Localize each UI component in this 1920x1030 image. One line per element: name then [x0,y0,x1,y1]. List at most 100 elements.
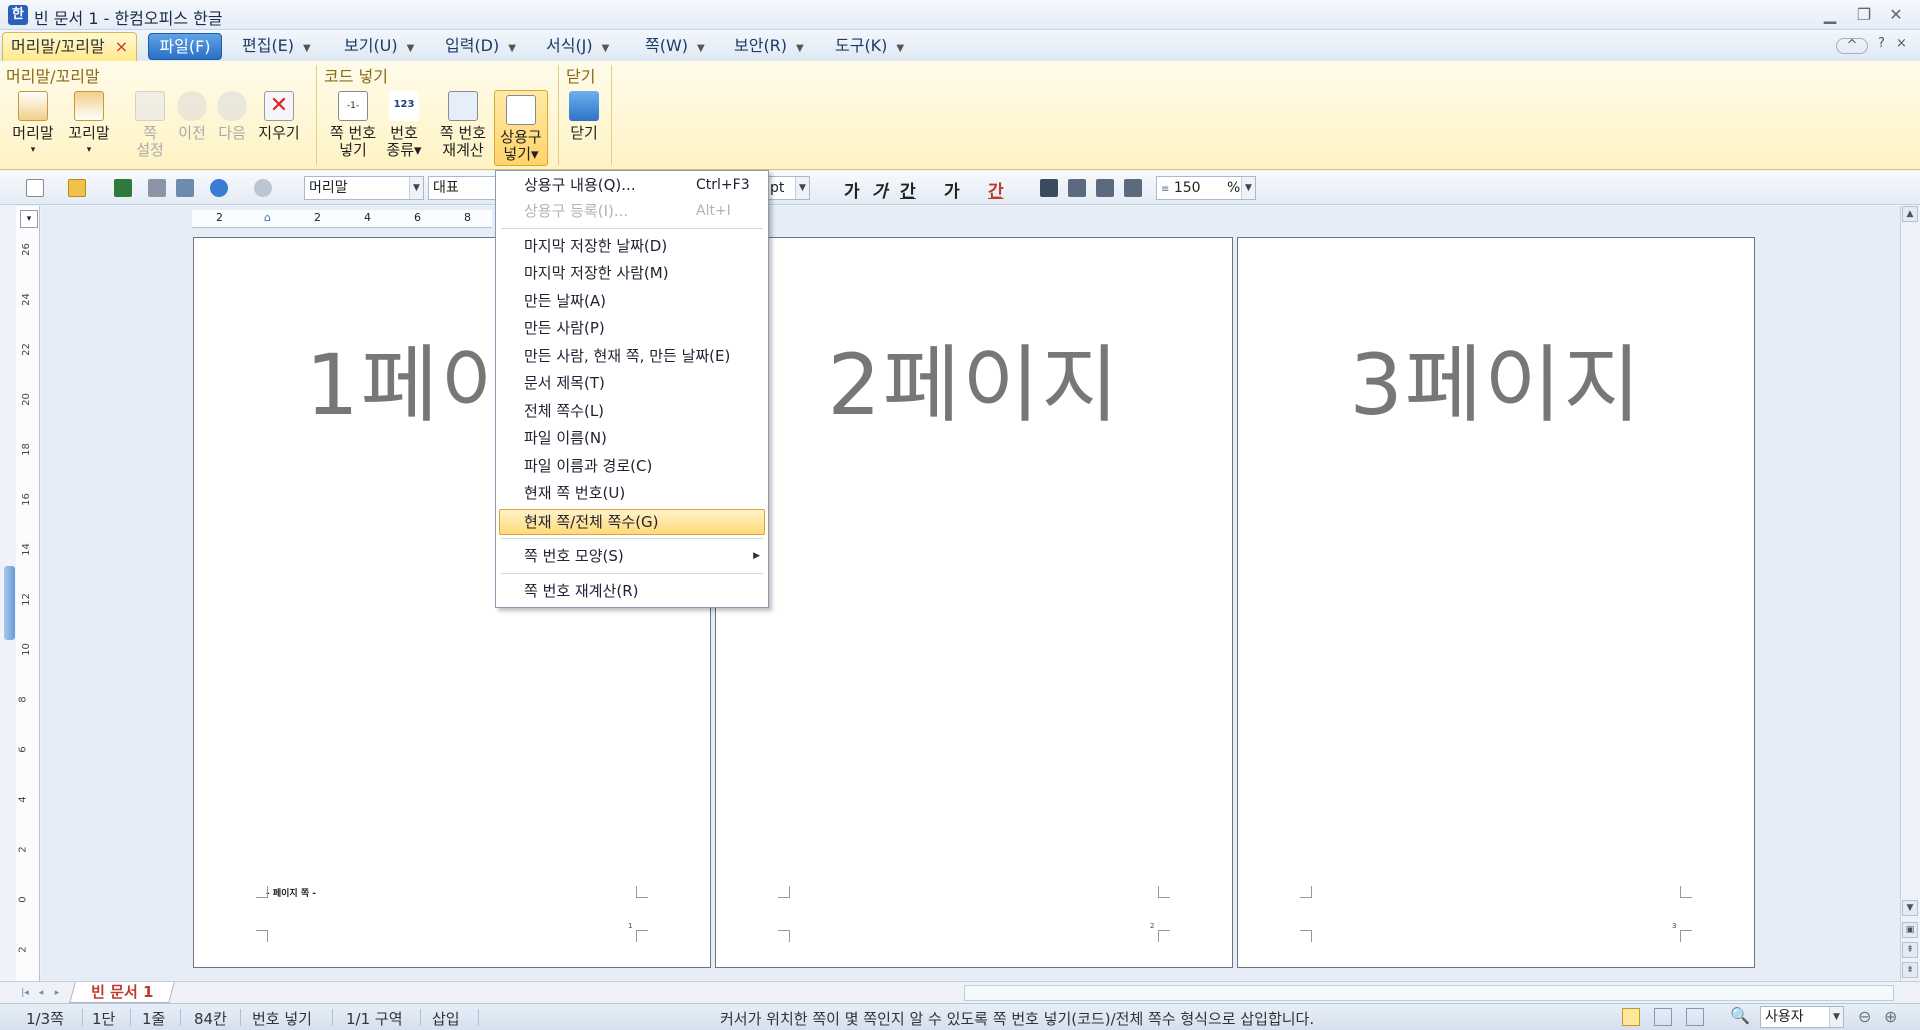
close-button[interactable]: 닫기 [562,91,606,167]
align-right-icon[interactable] [1124,179,1142,197]
menu-item-file-path[interactable]: 파일 이름과 경로(C) [524,454,652,478]
insert-phrase-button[interactable]: 상용구 넣기▾ [494,90,548,166]
menu-insert-label: 입력(D) [445,36,500,55]
menu-item-doc-title[interactable]: 문서 제목(T) [524,371,605,395]
menu-item-last-saved-date[interactable]: 마지막 저장한 날짜(D) [524,234,667,258]
zoom-icon[interactable]: 🔍 [1730,1006,1750,1025]
file-menu[interactable]: 파일(F) [148,33,222,60]
restore-icon[interactable]: ❐ [1850,5,1878,25]
side-panel-handle[interactable] [4,566,15,640]
font-color-button[interactable]: 간 [988,177,1004,202]
page-setup-button[interactable]: 쪽 설정 [130,91,170,167]
first-tab-icon[interactable]: |◂ [18,986,32,1000]
ribbon-collapse-icon[interactable]: ^ [1836,38,1868,54]
menu-item-phrase-contents[interactable]: 상용구 내용(Q)... Ctrl+F3 [524,173,750,197]
vertical-scrollbar[interactable]: ▲ ▼ ▣ ⇞ ⇟ [1900,206,1918,986]
ruler-mark: 0 [17,896,29,903]
align-left-icon[interactable] [1068,179,1086,197]
underline-button[interactable]: 간 [900,177,916,202]
style-select[interactable]: 머리말 ▼ [304,176,424,200]
recalc-page-number-button[interactable]: 쪽 번호 재계산 [434,91,492,167]
new-document-icon[interactable] [26,179,44,197]
page-2[interactable]: 2페이지 2 [715,237,1233,968]
minimize-icon[interactable]: ▁ [1816,5,1844,25]
prev-page-icon[interactable]: ⇞ [1902,942,1918,958]
delete-button[interactable]: ✕ 지우기 [253,91,305,167]
number-type-button[interactable]: 123 번호 종류▾ [382,91,426,167]
page-view-icon[interactable]: ▣ [1902,922,1918,938]
ruler-corner-icon[interactable]: ▾ [20,210,38,228]
menu-item-current-total-pages[interactable]: 현재 쪽/전체 쪽수(G) [524,510,659,534]
help-icon[interactable]: ? [1878,36,1885,51]
page-setup-label: 쪽 [143,124,157,142]
close-window-icon[interactable]: ✕ [1882,5,1910,25]
menu-security[interactable]: 보안(R) ▼ [734,34,804,58]
menu-item-created-date[interactable]: 만든 날짜(A) [524,289,606,313]
style-select-value: 머리말 [309,180,348,196]
zoom-select[interactable]: 사용자 ▼ [1760,1006,1844,1028]
menu-item-file-name[interactable]: 파일 이름(N) [524,426,607,450]
zoom-out-icon[interactable]: ⊖ [1858,1007,1871,1026]
next-button[interactable]: 다음 [212,91,252,167]
horizontal-scrollbar[interactable] [964,985,1894,1001]
menu-item-page-number-style[interactable]: 쪽 번호 모양(S) [524,544,624,568]
menu-item-last-saved-by[interactable]: 마지막 저장한 사람(M) [524,261,669,285]
scroll-up-icon[interactable]: ▲ [1902,206,1918,222]
menu-item-created-by[interactable]: 만든 사람(P) [524,316,605,340]
strikethrough-button[interactable]: 가 [944,177,960,202]
header-button[interactable]: 머리말 ▾ [8,91,58,167]
ruler-mark: 26 [20,243,32,256]
menu-page[interactable]: 쪽(W) ▼ [645,34,705,58]
prev-button[interactable]: 이전 [172,91,212,167]
save-icon[interactable] [114,179,132,197]
document-tab[interactable]: 빈 문서 1 [69,982,176,1003]
tab-header-footer[interactable]: 머리말/꼬리말 × [2,32,138,61]
undo-icon[interactable] [210,179,228,197]
submenu-arrow-icon: ▶ [753,551,760,561]
menu-edit[interactable]: 편집(E) ▼ [242,34,311,58]
indent-marker-icon[interactable]: ⌂ [264,211,271,224]
next-tab-icon[interactable]: ▸ [50,986,64,1000]
menu-item-recalc-page-number[interactable]: 쪽 번호 재계산(R) [524,579,638,603]
footer-button[interactable]: 꼬리말 ▾ [64,91,114,167]
menu-item-creator-page-date[interactable]: 만든 사람, 현재 쪽, 만든 날짜(E) [524,344,730,368]
open-folder-icon[interactable] [68,179,86,197]
ribbon: 머리말/꼬리말 코드 넣기 닫기 머리말 ▾ 꼬리말 ▾ 쪽 설정 이전 다음 … [0,61,1920,170]
status-page[interactable]: 1/3쪽 [26,1008,64,1029]
zoom-in-icon[interactable]: ⊕ [1884,1007,1897,1026]
normal-view-icon[interactable] [1622,1008,1640,1026]
ruler-mark: 4 [364,211,371,224]
formatting-toolbar: 머리말 ▼ 대표 pt ▼ 가 가 간 가 간 ≡ 150 % ▼ [0,171,1920,205]
font-size-unit[interactable]: pt ▼ [766,176,810,200]
prev-tab-icon[interactable]: ◂ [34,986,48,1000]
next-page-icon[interactable]: ⇟ [1902,962,1918,978]
pencil-note-icon [506,95,536,125]
font-select[interactable]: 대표 [428,176,496,200]
web-view-icon[interactable] [1654,1008,1672,1026]
bold-button[interactable]: 가 [844,177,860,202]
italic-button[interactable]: 가 [872,177,888,202]
align-justify-icon[interactable] [1040,179,1058,197]
chevron-down-icon: ▼ [1241,177,1255,199]
menu-insert[interactable]: 입력(D) ▼ [445,34,516,58]
scroll-down-icon[interactable]: ▼ [1902,900,1918,916]
close-context-tab-icon[interactable]: × [115,37,128,56]
status-insert-mode[interactable]: 삽입 [432,1008,460,1029]
redo-icon[interactable] [254,179,272,197]
align-center-icon[interactable] [1096,179,1114,197]
chevron-down-icon: ▼ [1829,1007,1843,1027]
menu-separator [501,538,763,539]
print-icon[interactable] [148,179,166,197]
close-doc-icon[interactable]: × [1896,36,1907,51]
menu-item-current-page[interactable]: 현재 쪽 번호(U) [524,481,625,505]
menu-format[interactable]: 서식(J) ▼ [546,34,609,58]
line-spacing-select[interactable]: ≡ 150 % ▼ [1156,176,1256,200]
page-3[interactable]: 3페이지 3 [1237,237,1755,968]
menu-tools[interactable]: 도구(K) ▼ [835,34,904,58]
page-layout-icon[interactable] [1686,1008,1704,1026]
menu-item-total-pages[interactable]: 전체 쪽수(L) [524,399,604,423]
insert-page-number-button[interactable]: -1- 쪽 번호 넣기 [326,91,380,167]
chevron-down-icon: ▼ [795,177,809,199]
menu-view[interactable]: 보기(U) ▼ [344,34,414,58]
print-preview-icon[interactable] [176,179,194,197]
